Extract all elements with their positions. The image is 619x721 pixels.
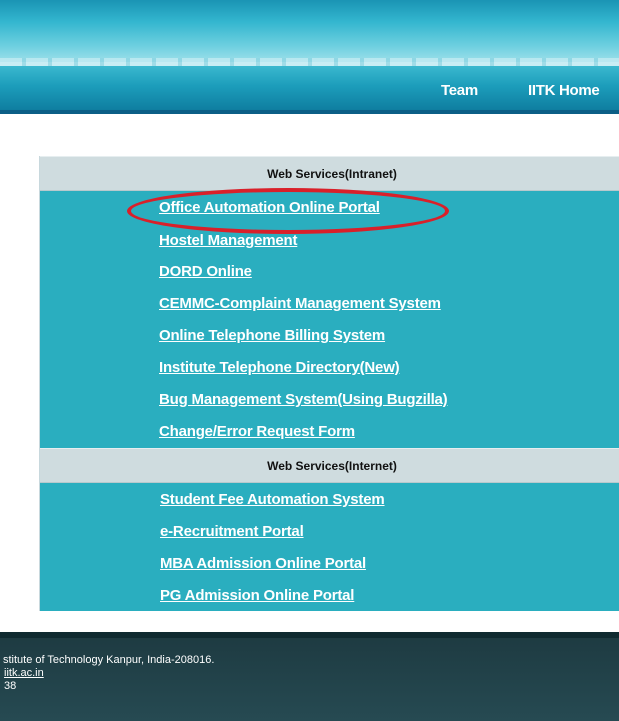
- footer-email-link[interactable]: iitk.ac.in: [4, 667, 44, 679]
- footer-address: stitute of Technology Kanpur, India-2080…: [3, 654, 215, 666]
- link-dord-online[interactable]: DORD Online: [159, 263, 252, 280]
- link-pg-admission[interactable]: PG Admission Online Portal: [160, 587, 354, 604]
- link-hostel-management[interactable]: Hostel Management: [159, 232, 297, 249]
- page-footer: stitute of Technology Kanpur, India-2080…: [0, 632, 619, 721]
- nav-team-link[interactable]: Team: [441, 82, 478, 99]
- header-banner: Team IITK Home: [0, 0, 619, 120]
- link-cemmc-complaint[interactable]: CEMMC-Complaint Management System: [159, 295, 441, 312]
- nav-iitk-home-link[interactable]: IITK Home: [528, 82, 600, 99]
- link-e-recruitment[interactable]: e-Recruitment Portal: [160, 523, 304, 540]
- web-services-panel: Web Services(Intranet) Office Automation…: [39, 156, 619, 611]
- top-navbar: Team IITK Home: [0, 66, 619, 114]
- intranet-section-header: Web Services(Intranet): [40, 156, 619, 191]
- link-telephone-directory[interactable]: Institute Telephone Directory(New): [159, 359, 400, 376]
- link-student-fee-automation[interactable]: Student Fee Automation System: [160, 491, 385, 508]
- footer-phone: 38: [4, 680, 17, 692]
- banner-graphic: [0, 0, 619, 62]
- link-mba-admission[interactable]: MBA Admission Online Portal: [160, 555, 366, 572]
- link-change-error-request[interactable]: Change/Error Request Form: [159, 423, 355, 440]
- link-telephone-billing[interactable]: Online Telephone Billing System: [159, 327, 385, 344]
- internet-section-header: Web Services(Internet): [40, 448, 619, 483]
- link-office-automation-portal[interactable]: Office Automation Online Portal: [159, 199, 380, 216]
- link-bug-management[interactable]: Bug Management System(Using Bugzilla): [159, 391, 448, 408]
